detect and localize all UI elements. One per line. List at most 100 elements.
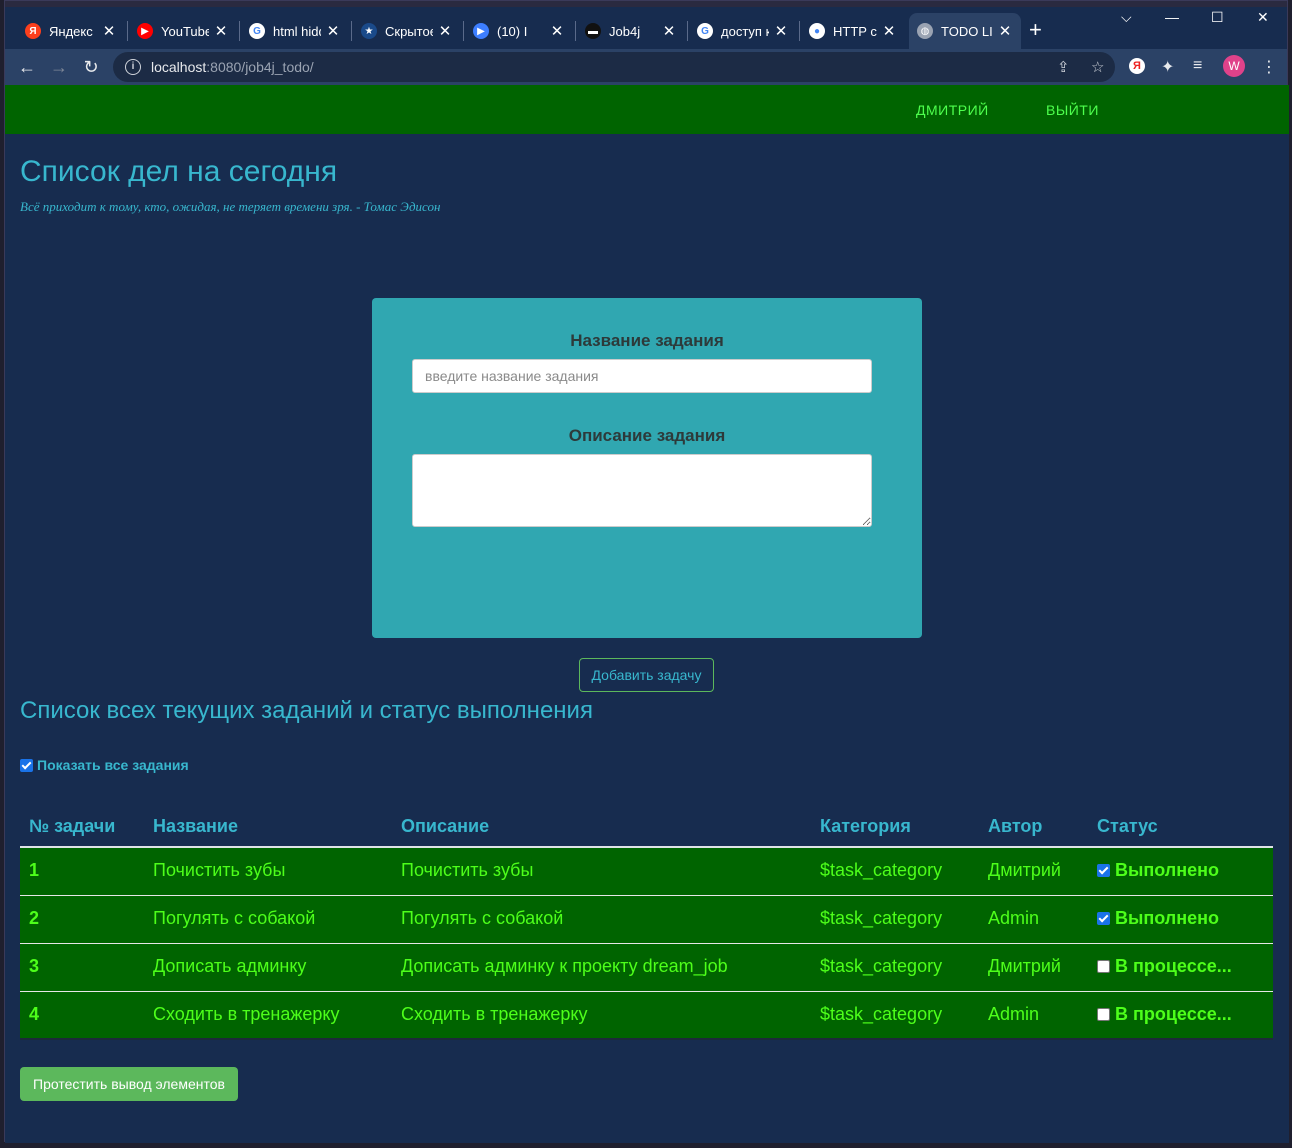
tab-separator (687, 21, 688, 41)
task-name-cell: Дописать админку (153, 956, 307, 976)
tab-close-icon[interactable]: ✕ (661, 22, 677, 40)
browser-tab[interactable]: ◍ TODO LIS✕ (909, 13, 1021, 49)
table-row: 4 Сходить в тренажерку Сходить в тренажерк… (20, 992, 1273, 1040)
status-label: В процессе... (1115, 956, 1232, 976)
task-desc-textarea[interactable] (412, 454, 872, 527)
tab-close-icon[interactable]: ✕ (101, 22, 117, 40)
table-row: 1 Почистить зубы Почистить зубы $task_categ… (20, 848, 1273, 896)
status-checkbox[interactable] (1097, 960, 1110, 973)
col-header-status: Статус (1097, 816, 1158, 836)
tab-label: html hidd (273, 23, 321, 39)
globe-icon: ◍ (917, 23, 933, 39)
tab-label: HTTP ce (833, 23, 877, 39)
forward-arrow-icon[interactable]: → (47, 55, 71, 79)
col-header-category: Категория (820, 816, 911, 836)
browser-tab[interactable]: Я Яндекс ✕ (17, 13, 125, 49)
job4j-icon: ▬ (585, 23, 601, 39)
show-all-toggle[interactable]: Показать все задания (20, 757, 189, 773)
tab-close-icon[interactable]: ✕ (881, 22, 897, 40)
tab-separator (127, 21, 128, 41)
browser-tab[interactable]: ● HTTP ce✕ (801, 13, 905, 49)
status-checkbox[interactable] (1097, 864, 1110, 877)
task-author-cell: Дмитрий (988, 956, 1061, 976)
browser-tab[interactable]: ▬ Job4j ✕ (577, 13, 685, 49)
task-status-cell: Выполнено (1097, 908, 1219, 929)
google-icon: G (697, 23, 713, 39)
tab-separator (351, 21, 352, 41)
task-author-cell: Admin (988, 908, 1040, 928)
minimize-icon[interactable]: — (1165, 9, 1179, 25)
media-queue-icon[interactable]: ≡ (1193, 57, 1202, 75)
tab-separator (463, 21, 464, 41)
task-name-cell: Сходить в тренажерку (153, 1004, 340, 1024)
task-category-cell: $task_category (820, 908, 943, 928)
task-name-label: Название задания (570, 331, 724, 350)
tab-label: Яндекс (49, 23, 93, 39)
tab-strip: Я Яндекс ✕ ▶ YouTube ✕ Ghtml hidd ✕ ★ Скрытое ✕ ▶ (1… (5, 1, 1287, 49)
task-category-cell: $task_category (820, 956, 943, 976)
star-site-icon: ★ (361, 23, 377, 39)
share-icon[interactable]: ⇪ (1057, 58, 1070, 76)
task-id-cell: 2 (29, 908, 40, 928)
new-tab-plus-icon[interactable]: + (1029, 19, 1042, 41)
url-text[interactable]: localhost:8080/job4j_todo/ (151, 59, 314, 75)
yandex-icon: Я (25, 23, 41, 39)
tab-close-icon[interactable]: ✕ (325, 22, 341, 40)
tab-close-icon[interactable]: ✕ (997, 22, 1013, 40)
menu-kebab-icon[interactable]: ⋮ (1261, 57, 1277, 77)
page-quote: Всё приходит к тому, кто, ожидая, не тер… (20, 199, 441, 214)
col-header-author: Автор (988, 816, 1043, 836)
site-info-icon[interactable]: i (125, 59, 141, 75)
tab-close-icon[interactable]: ✕ (549, 22, 565, 40)
tab-label: доступ к (721, 23, 769, 39)
tab-close-icon[interactable]: ✕ (213, 22, 229, 40)
tab-label: YouTube (161, 23, 209, 39)
show-all-checkbox[interactable] (20, 758, 33, 772)
task-desc-cell: Сходить в тренажерку (401, 1004, 588, 1024)
task-status-cell: В процессе... (1097, 956, 1232, 977)
table-header: № задачи Название Описание Категория Авт… (20, 807, 1273, 848)
browser-tab[interactable]: Ghtml hidd ✕ (241, 13, 349, 49)
tab-label: TODO LIS (941, 23, 993, 39)
google-icon: G (249, 23, 265, 39)
reload-icon[interactable]: ↻ (79, 55, 103, 79)
video-icon: ▶ (473, 23, 489, 39)
browser-toolbar: ← → ↻ i localhost:8080/job4j_todo/ ⇪ ☆ Я… (5, 49, 1287, 85)
yandex-extension-icon[interactable]: Я (1129, 58, 1145, 74)
browser-tab[interactable]: ▶ YouTube ✕ (129, 13, 237, 49)
col-header-desc: Описание (401, 816, 490, 836)
test-output-button[interactable]: Протестить вывод элементов (20, 1067, 238, 1101)
logout-link[interactable]: ВЫЙТИ (1046, 102, 1099, 118)
tab-search-chevron-icon[interactable]: ⌵ (1121, 9, 1132, 26)
user-link[interactable]: ДМИТРИЙ (916, 102, 989, 118)
status-label: В процессе... (1115, 1004, 1232, 1024)
task-status-cell: В процессе... (1097, 1004, 1232, 1025)
tab-close-icon[interactable]: ✕ (437, 22, 453, 40)
add-task-button[interactable]: Добавить задачу (579, 658, 714, 692)
window-close-icon[interactable]: ✕ (1257, 9, 1269, 26)
profile-avatar[interactable]: W (1223, 55, 1245, 77)
extensions-puzzle-icon[interactable]: ✦ (1161, 57, 1174, 77)
page-content: ДМИТРИЙ ВЫЙТИ Список дел на сегодня Всё … (5, 85, 1289, 1143)
address-bar[interactable]: i localhost:8080/job4j_todo/ ⇪ ☆ (113, 52, 1115, 82)
table-row: 3 Дописать админку Дописать админку к прое… (20, 944, 1273, 992)
maximize-icon[interactable]: ☐ (1211, 9, 1224, 26)
tab-close-icon[interactable]: ✕ (773, 22, 789, 40)
task-category-cell: $task_category (820, 860, 943, 880)
bookmark-star-icon[interactable]: ☆ (1091, 58, 1104, 76)
top-navbar: ДМИТРИЙ ВЫЙТИ (5, 85, 1289, 134)
browser-tab[interactable]: ▶ (10) I ✕ (465, 13, 573, 49)
tab-strip-top (5, 1, 1287, 7)
status-checkbox[interactable] (1097, 1008, 1110, 1021)
back-arrow-icon[interactable]: ← (15, 55, 39, 79)
status-checkbox[interactable] (1097, 912, 1110, 925)
tasks-table: № задачи Название Описание Категория Авт… (20, 807, 1273, 1040)
browser-window: Я Яндекс ✕ ▶ YouTube ✕ Ghtml hidd ✕ ★ Скрытое ✕ ▶ (1… (4, 0, 1289, 1143)
task-id-cell: 3 (29, 956, 40, 976)
task-list-title: Список всех текущих заданий и статус вып… (20, 697, 593, 724)
github-icon: ● (809, 23, 825, 39)
browser-tab[interactable]: ★ Скрытое ✕ (353, 13, 461, 49)
browser-tab[interactable]: Gдоступ к ✕ (689, 13, 797, 49)
col-header-id: № задачи (29, 816, 116, 836)
task-name-input[interactable] (412, 359, 872, 393)
